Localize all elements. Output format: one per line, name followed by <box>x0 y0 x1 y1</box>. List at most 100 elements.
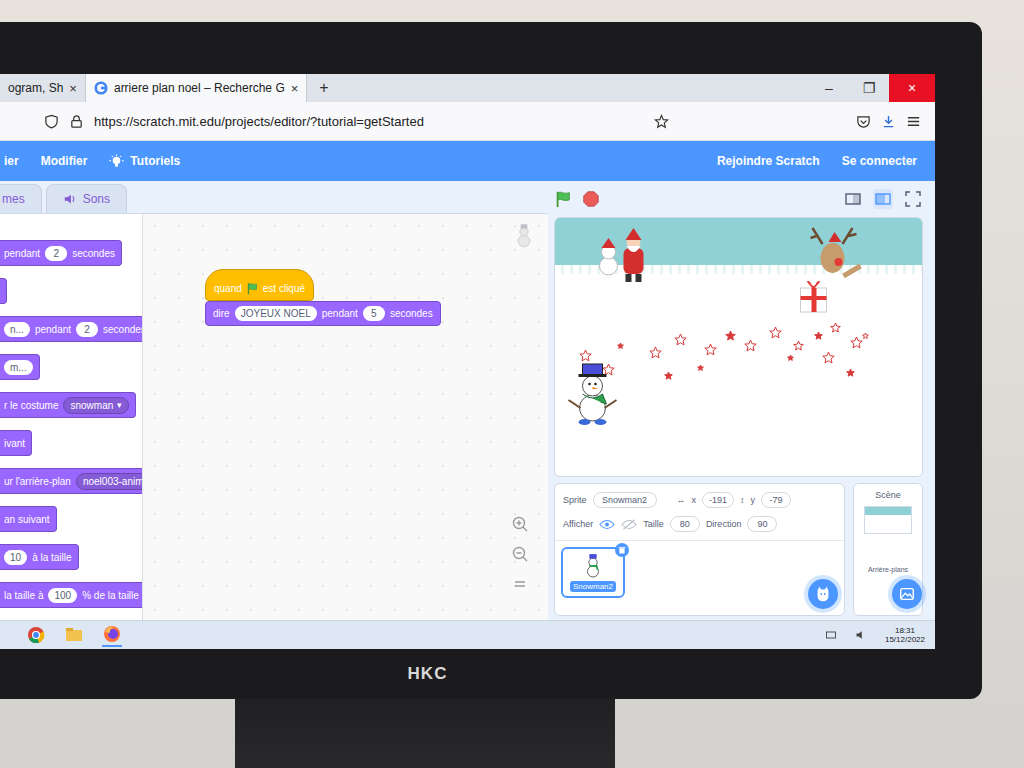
block-text: an suivant <box>4 514 50 525</box>
zoom-out-icon[interactable] <box>510 544 530 564</box>
file-explorer-icon[interactable] <box>64 625 84 645</box>
palette-block[interactable] <box>0 278 7 304</box>
browser-tab[interactable]: arriere plan noel – Recherche G × <box>86 74 307 102</box>
stage-thumbnail[interactable] <box>864 506 912 534</box>
editor-tab[interactable]: Sons <box>46 184 127 213</box>
account-link[interactable]: Rejoindre Scratch <box>717 154 820 168</box>
window-control-button[interactable]: × <box>889 74 935 102</box>
block-input[interactable]: 5 <box>363 306 385 321</box>
window-control-button[interactable]: ❐ <box>849 74 889 102</box>
bookmark-star-icon[interactable] <box>654 114 669 129</box>
show-eye-icon[interactable] <box>599 519 615 530</box>
network-icon[interactable] <box>825 629 837 641</box>
download-icon[interactable] <box>881 114 896 129</box>
block-text: r le costume <box>4 400 58 411</box>
sprite-tile[interactable]: Snowman2 <box>561 547 625 598</box>
firefox-icon[interactable] <box>102 624 122 647</box>
hide-eye-icon[interactable] <box>621 519 637 530</box>
menu-icon[interactable] <box>906 114 921 129</box>
clock-time: 18:31 <box>895 626 915 635</box>
block-dropdown[interactable]: noel003-anim-14174 <box>76 473 143 490</box>
palette-block[interactable]: an suivant <box>0 506 57 532</box>
cat-icon <box>814 585 832 603</box>
palette-block[interactable]: ivant <box>0 430 32 456</box>
delete-icon[interactable] <box>615 543 629 557</box>
add-sprite-button[interactable] <box>808 579 838 609</box>
direction-field[interactable]: 90 <box>747 516 777 532</box>
block-text: quand <box>214 283 242 294</box>
address-field[interactable]: https://scratch.mit.edu/projects/editor/… <box>94 114 424 129</box>
tab-bar-space <box>341 74 809 102</box>
stage-selector: ScèneArrière-plans <box>853 483 923 616</box>
zoom-in-icon[interactable] <box>510 514 530 534</box>
normal-stage-icon[interactable] <box>873 189 893 209</box>
stage[interactable] <box>554 217 923 477</box>
tab-title: arriere plan noel – Recherche G <box>114 81 285 95</box>
zoom-reset-icon[interactable] <box>510 574 530 594</box>
when-flag-clicked-block[interactable]: quandest cliqué <box>205 269 314 301</box>
palette-block[interactable]: r le costume snowman▾ <box>0 392 136 418</box>
sprite-info-row: AfficherTaille80Direction90 <box>563 516 836 532</box>
scratch-editor: mesSonspendant2secondesn...pendant2secon… <box>0 181 935 620</box>
x-field[interactable]: -191 <box>702 492 734 508</box>
menu-item[interactable]: ier <box>4 154 19 168</box>
sprite-name-field[interactable]: Snowman2 <box>593 492 657 508</box>
monitor: ogram, Sh×arriere plan noel – Recherche … <box>0 22 982 699</box>
palette-block[interactable]: ur l'arrière-plan noel003-anim-14174 <box>0 468 143 494</box>
block-input[interactable]: JOYEUX NOEL <box>235 306 317 321</box>
lock-icon[interactable] <box>69 114 84 129</box>
script-stack[interactable]: quandest cliquédireJOYEUX NOELpendant5se… <box>205 269 441 326</box>
pocket-icon[interactable] <box>856 114 871 129</box>
clock[interactable]: 18:3115/12/2022 <box>885 626 925 644</box>
editor-tab[interactable]: mes <box>0 184 42 213</box>
block-input[interactable]: 100 <box>48 588 77 603</box>
fullscreen-icon[interactable] <box>903 189 923 209</box>
size-field[interactable]: 80 <box>670 516 700 532</box>
shield-icon[interactable] <box>44 114 59 129</box>
block-dropdown[interactable]: snowman▾ <box>63 397 129 414</box>
menu-item[interactable]: Tutoriels <box>109 154 180 169</box>
block-text: pendant <box>4 248 40 259</box>
block-input[interactable]: m... <box>4 360 33 375</box>
clock-date: 15/12/2022 <box>885 635 925 644</box>
christmas-backdrop-icon <box>555 218 922 476</box>
stop-icon[interactable] <box>582 190 600 208</box>
scratch-menu-bar: ier Modifier Tutoriels Rejoindre Scratch S… <box>0 141 935 181</box>
new-tab-button[interactable]: + <box>307 74 340 102</box>
code-side: mesSonspendant2secondesn...pendant2secon… <box>0 181 548 620</box>
tab-close-button[interactable]: × <box>291 81 299 96</box>
block-input[interactable]: 2 <box>76 322 98 337</box>
dropdown-value: noel003-anim-14174 <box>83 476 143 487</box>
chrome-icon[interactable] <box>26 625 46 645</box>
block-input[interactable]: 10 <box>4 550 27 565</box>
palette-block[interactable]: n...pendant2secondes <box>0 316 143 342</box>
say-block[interactable]: direJOYEUX NOELpendant5secondes <box>205 301 441 326</box>
browser-tab[interactable]: ogram, Sh× <box>0 74 86 102</box>
account-link[interactable]: Se connecter <box>842 154 917 168</box>
palette-block[interactable]: 10à la taille <box>0 544 79 570</box>
block-text: ur l'arrière-plan <box>4 476 71 487</box>
direction-label: Direction <box>706 519 742 529</box>
stage-pane: SpriteSnowman2↔x-191↕y-79AfficherTaille8… <box>548 181 935 620</box>
palette-block[interactable]: pendant2secondes <box>0 240 122 266</box>
menu-item[interactable]: Modifier <box>41 154 88 168</box>
block-palette: pendant2secondesn...pendant2secondesm...… <box>0 214 143 620</box>
green-flag-icon[interactable] <box>554 190 572 208</box>
tab-close-button[interactable]: × <box>69 81 77 96</box>
palette-block[interactable]: la taille à100% de la taille initiale <box>0 582 143 608</box>
y-field[interactable]: -79 <box>761 492 791 508</box>
x-label: x <box>692 495 697 505</box>
sprite-list: Snowman2 <box>555 541 844 615</box>
block-input[interactable]: 2 <box>45 246 67 261</box>
palette-block[interactable]: m... <box>0 354 40 380</box>
block-input[interactable]: n... <box>4 322 30 337</box>
browser-tab-bar: ogram, Sh×arriere plan noel – Recherche … <box>0 74 935 102</box>
dropdown-caret: ▾ <box>117 400 122 411</box>
volume-icon[interactable] <box>855 629 867 641</box>
block-text: pendant <box>322 308 358 319</box>
window-control-button[interactable]: – <box>809 74 849 102</box>
url-bar: https://scratch.mit.edu/projects/editor/… <box>0 102 935 141</box>
picture-icon <box>898 585 916 603</box>
small-stage-icon[interactable] <box>843 189 863 209</box>
add-backdrop-button[interactable] <box>892 579 922 609</box>
